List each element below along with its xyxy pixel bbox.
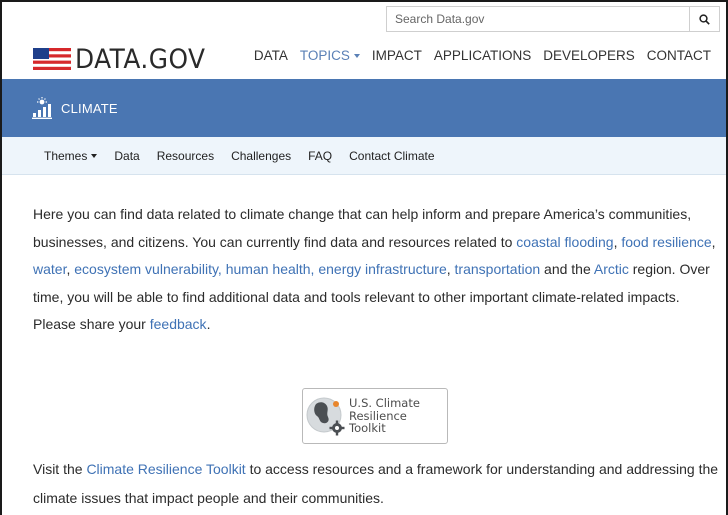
nav-topics[interactable]: TOPICS — [300, 48, 360, 63]
topic-banner: CLIMATE — [2, 79, 726, 137]
link-food-resilience[interactable]: food resilience — [621, 234, 711, 250]
search-input[interactable] — [387, 7, 689, 31]
intro-text: , — [711, 233, 716, 250]
subnav-challenges[interactable]: Challenges — [231, 149, 291, 163]
toolkit-globe-gear-icon — [306, 397, 345, 436]
intro-paragraph: Here you can find data related to climat… — [33, 201, 719, 339]
nav-developers[interactable]: DEVELOPERS — [543, 48, 635, 63]
link-ecosystem-vulnerability[interactable]: ecosystem vulnerability, — [74, 261, 222, 277]
nav-impact[interactable]: IMPACT — [372, 48, 422, 63]
toolkit-label: U.S. Climate Resilience Toolkit — [349, 397, 420, 435]
sub-nav: Themes Data Resources Challenges FAQ Con… — [2, 137, 726, 175]
chevron-down-icon — [353, 54, 360, 59]
search-button[interactable] — [689, 7, 719, 31]
link-water[interactable]: water — [33, 261, 66, 277]
topic-title: CLIMATE — [61, 100, 118, 116]
subnav-faq[interactable]: FAQ — [308, 149, 332, 163]
nav-applications[interactable]: APPLICATIONS — [434, 48, 531, 63]
visit-text: Visit the — [33, 461, 87, 477]
logo-text: DATA.GOV — [75, 43, 206, 75]
site-logo[interactable]: DATA.GOV — [33, 43, 217, 75]
link-human-health[interactable]: human health, — [226, 261, 315, 277]
toolkit-badge[interactable]: U.S. Climate Resilience Toolkit — [302, 388, 448, 444]
main-nav: DATA TOPICS IMPACT APPLICATIONS DEVELOPE… — [254, 48, 711, 63]
link-feedback[interactable]: feedback — [150, 316, 207, 332]
link-energy-infrastructure[interactable]: energy infrastructure — [318, 261, 446, 277]
intro-text: , — [446, 261, 455, 278]
nav-contact[interactable]: CONTACT — [647, 48, 711, 63]
visit-paragraph: Visit the Climate Resilience Toolkit to … — [33, 455, 719, 513]
link-transportation[interactable]: transportation — [455, 261, 541, 277]
link-coastal-flooding[interactable]: coastal flooding — [516, 234, 613, 250]
subnav-themes-label: Themes — [44, 148, 88, 163]
link-arctic[interactable]: Arctic — [594, 261, 629, 277]
search-box — [386, 6, 720, 32]
chevron-down-icon — [91, 154, 98, 159]
climate-icon — [32, 97, 52, 119]
subnav-data[interactable]: Data — [114, 149, 139, 163]
toolkit-line: U.S. Climate — [349, 396, 420, 411]
search-icon — [699, 13, 710, 25]
subnav-resources[interactable]: Resources — [157, 149, 214, 163]
nav-data[interactable]: DATA — [254, 48, 288, 63]
toolkit-line: Toolkit — [349, 421, 386, 436]
subnav-contact[interactable]: Contact Climate — [349, 149, 434, 163]
nav-topics-label: TOPICS — [299, 48, 350, 63]
subnav-themes[interactable]: Themes — [44, 148, 98, 163]
us-flag-icon — [33, 48, 71, 70]
link-climate-resilience-toolkit[interactable]: Climate Resilience Toolkit — [86, 461, 245, 477]
intro-text: . — [206, 316, 211, 333]
intro-text: and the — [540, 261, 594, 278]
